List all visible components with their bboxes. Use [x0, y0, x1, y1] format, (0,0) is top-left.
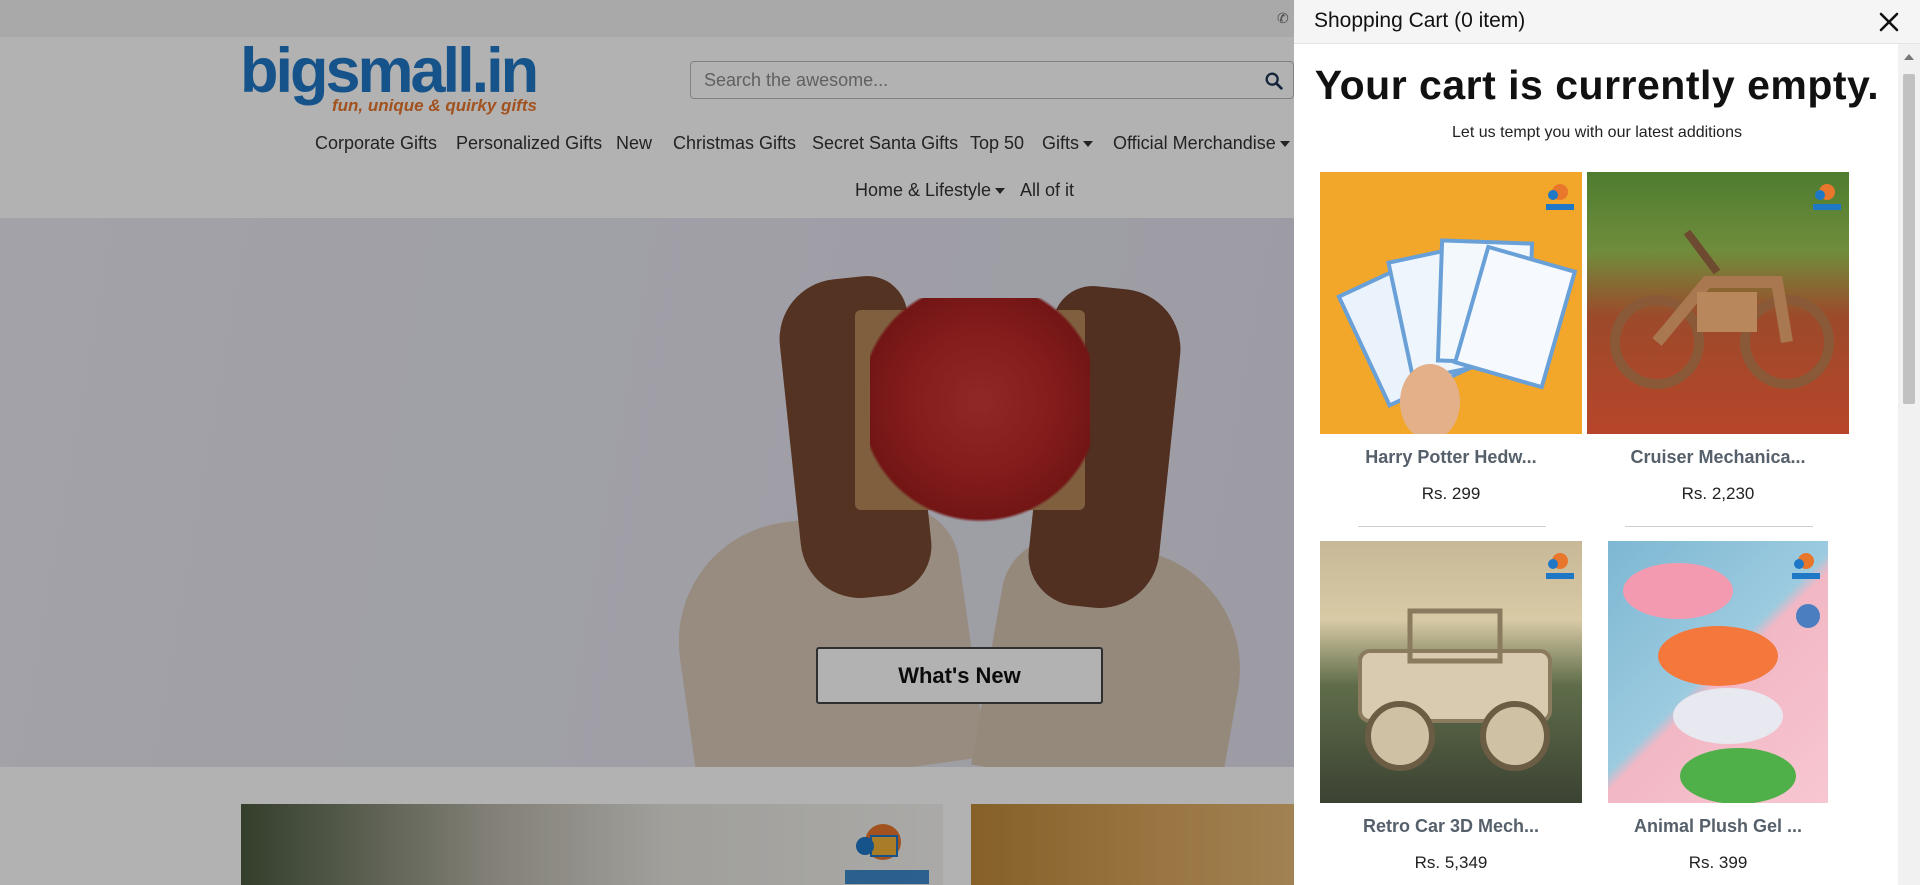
- scrollbar-thumb[interactable]: [1903, 74, 1915, 404]
- bigsmall-badge-icon: [1792, 553, 1820, 579]
- product-image[interactable]: [1320, 541, 1582, 803]
- product-name[interactable]: Retro Car 3D Mech...: [1320, 816, 1582, 837]
- product-image[interactable]: [1587, 172, 1849, 434]
- product-name[interactable]: Cruiser Mechanica...: [1587, 447, 1849, 468]
- product-name[interactable]: Animal Plush Gel ...: [1608, 816, 1828, 837]
- bigsmall-badge-icon: [1546, 553, 1574, 579]
- product-card[interactable]: Harry Potter Hedw... Rs. 299: [1320, 172, 1582, 527]
- cart-drawer: Shopping Cart (0 item) Your cart is curr…: [1294, 0, 1920, 885]
- close-icon[interactable]: [1876, 9, 1902, 35]
- divider: [1358, 526, 1546, 527]
- product-card[interactable]: Cruiser Mechanica... Rs. 2,230: [1587, 172, 1849, 527]
- product-card[interactable]: Animal Plush Gel ... Rs. 399: [1608, 541, 1828, 872]
- bigsmall-badge-icon: [1813, 184, 1841, 210]
- scroll-up-arrow-icon[interactable]: [1904, 54, 1914, 60]
- product-price: Rs. 399: [1688, 853, 1748, 872]
- cart-header: Shopping Cart (0 item): [1294, 0, 1920, 44]
- modal-backdrop[interactable]: [0, 0, 1294, 885]
- cart-scrollbar[interactable]: [1898, 44, 1920, 885]
- cart-empty-message: Your cart is currently empty.: [1314, 62, 1880, 108]
- product-image[interactable]: [1320, 172, 1582, 434]
- product-price: Rs. 2,230: [1681, 484, 1755, 503]
- product-name[interactable]: Harry Potter Hedw...: [1320, 447, 1582, 468]
- divider: [1625, 526, 1813, 527]
- bigsmall-badge-icon: [1546, 184, 1574, 210]
- cart-title: Shopping Cart (0 item): [1314, 9, 1526, 32]
- product-price: Rs. 5,349: [1414, 853, 1488, 872]
- cart-tempt-text: Let us tempt you with our latest additio…: [1452, 124, 1742, 141]
- product-price: Rs. 299: [1421, 484, 1481, 503]
- product-image[interactable]: [1608, 541, 1828, 803]
- product-card[interactable]: Retro Car 3D Mech... Rs. 5,349: [1320, 541, 1582, 872]
